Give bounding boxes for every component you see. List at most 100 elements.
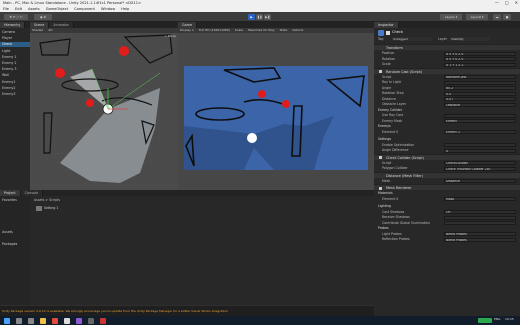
sidebar-item-assets[interactable]: Assets xyxy=(0,230,30,235)
unity-icon[interactable] xyxy=(64,317,70,324)
inspector-field: Cast Shadows On xyxy=(374,210,520,215)
check-collider-component[interactable]: Check Collider (Script) xyxy=(374,153,520,160)
display-dropdown[interactable]: Display 1 xyxy=(180,28,194,33)
field-value[interactable]: Distance xyxy=(444,179,516,183)
hierarchy-item[interactable]: Enemy 2 xyxy=(0,61,30,66)
breadcrumb[interactable]: Assets > Scripts xyxy=(34,198,60,202)
inspector-field: Contribute Global Illumination xyxy=(374,221,520,226)
hierarchy-item[interactable]: Enemy2 xyxy=(0,86,30,91)
hierarchy-item[interactable]: Enemy 1 xyxy=(0,55,30,60)
sidebar-item-packages[interactable]: Packages xyxy=(0,242,30,247)
field-value[interactable] xyxy=(444,113,516,118)
field-value[interactable]: Mask xyxy=(444,197,516,201)
stats-toggle[interactable]: Stats xyxy=(280,28,288,33)
field-value[interactable]: Blend Probes xyxy=(444,237,516,242)
field-value[interactable]: 60.2 xyxy=(444,86,516,90)
active-checkbox[interactable] xyxy=(386,31,390,35)
vs-icon[interactable] xyxy=(76,317,82,324)
explorer-icon[interactable] xyxy=(40,317,46,324)
game-canvas xyxy=(184,66,368,170)
layout-dropdown[interactable]: Layout ▾ xyxy=(466,14,488,20)
component-enable-checkbox[interactable] xyxy=(379,156,382,159)
taskview-icon[interactable] xyxy=(28,317,34,324)
hierarchy-item[interactable]: Light xyxy=(0,49,30,54)
field-value[interactable]: 4.07 xyxy=(444,97,516,101)
hierarchy-item[interactable]: Wall xyxy=(0,73,30,78)
step-button[interactable]: ▶❚ xyxy=(264,14,271,20)
field-value[interactable]: 0 xyxy=(444,148,516,153)
gizmos-toggle[interactable]: Gizmos xyxy=(292,28,303,33)
cloud-icon[interactable]: ☁ xyxy=(493,14,501,20)
field-label: Mesh xyxy=(382,178,391,183)
inspector-field: Script CheckCollider xyxy=(374,161,520,166)
component-title: Distance (Mesh Filter) xyxy=(386,173,423,178)
tab-hierarchy[interactable]: Hierarchy xyxy=(0,22,26,28)
transform-tools[interactable]: ✥ ⟳ ⤢ ▭ xyxy=(4,14,28,20)
field-value[interactable] xyxy=(444,215,516,220)
scene-view[interactable]: Scene Animator Shaded 2D < Persp xyxy=(30,22,178,190)
shading-mode-dropdown[interactable]: Shaded xyxy=(32,28,43,32)
inspector-field: Element 0 Mask xyxy=(374,197,520,202)
sidebar-item-favorites[interactable]: Favorites xyxy=(0,198,30,203)
field-value[interactable] xyxy=(444,80,516,85)
random-cast-component[interactable]: Random Cast (Script) xyxy=(374,67,520,74)
hierarchy-item[interactable]: Check xyxy=(0,42,30,48)
field-value[interactable]: X 0 Y 0 Z 0 xyxy=(444,57,516,61)
search-icon[interactable] xyxy=(16,317,22,324)
field-value[interactable]: Obstacle xyxy=(444,102,516,107)
enemy-marker xyxy=(55,68,65,78)
field-value[interactable] xyxy=(444,143,516,147)
maximize-toggle[interactable]: Maximize On Play xyxy=(248,28,275,33)
chrome-icon[interactable] xyxy=(52,317,58,324)
hierarchy-item[interactable]: Enemy3 xyxy=(0,92,30,97)
account-icon[interactable]: ● xyxy=(503,14,511,20)
field-value[interactable]: RandomCast xyxy=(444,75,516,79)
transform-component[interactable]: Transform xyxy=(374,44,520,50)
status-bar-message[interactable]: Unity Package version 2.0.12 is availabl… xyxy=(0,305,374,316)
inspector-field: Ray In Light xyxy=(374,80,520,85)
layers-dropdown[interactable]: Layers ▾ xyxy=(440,14,462,20)
hierarchy-item[interactable]: Camera xyxy=(0,30,30,35)
scene-canvas[interactable] xyxy=(30,33,178,190)
resolution-dropdown[interactable]: Full HD (1920x1080) xyxy=(199,28,230,33)
component-enable-checkbox[interactable] xyxy=(379,186,382,190)
field-value[interactable]: Enemy xyxy=(444,119,516,123)
mesh-filter-component[interactable]: Distance (Mesh Filter) xyxy=(374,171,520,178)
field-value[interactable]: 0.5 xyxy=(444,91,516,96)
windows-icon[interactable] xyxy=(4,317,10,324)
terminal-icon[interactable] xyxy=(88,317,94,324)
object-name-field[interactable]: Check xyxy=(392,29,472,35)
status-pill[interactable] xyxy=(478,318,492,323)
inspector-field: Use Ray Cast xyxy=(374,113,520,118)
pause-button[interactable]: ❚❚ xyxy=(256,14,263,20)
field-value[interactable]: On xyxy=(444,210,516,214)
section-header: Settings xyxy=(378,137,392,141)
taskbar-clock[interactable]: 10:25 xyxy=(505,317,514,321)
field-value[interactable]: X 1 Y 1 Z 1 xyxy=(444,62,516,67)
inspector-field: Polygon Collider Check (Polygon Collider … xyxy=(374,166,520,171)
field-value[interactable]: CheckCollider xyxy=(444,161,516,165)
pivot-toggle[interactable]: ◉ ⊕ xyxy=(34,14,52,20)
project-item[interactable]: Setting 1 xyxy=(44,206,58,210)
app-icon[interactable] xyxy=(100,317,106,324)
field-value[interactable]: X 0 Y 0 Z 0 xyxy=(444,51,516,56)
persp-label[interactable]: < Persp xyxy=(162,34,176,44)
layer-dropdown[interactable]: Visibility xyxy=(450,37,490,41)
play-button[interactable]: ▶ xyxy=(248,14,255,20)
hierarchy-item[interactable]: Enemy1 xyxy=(0,80,30,85)
hierarchy-item[interactable]: Enemy 3 xyxy=(0,67,30,72)
field-label: Reflection Probes xyxy=(382,237,410,241)
tag-dropdown[interactable]: Untagged xyxy=(392,37,432,41)
script-file-icon xyxy=(36,206,42,211)
tab-inspector[interactable]: Inspector xyxy=(374,22,399,28)
field-value[interactable] xyxy=(444,221,516,225)
field-value[interactable]: Blend Probes xyxy=(444,232,516,236)
inspector-field: Rotation Step 0.5 xyxy=(374,91,520,96)
view-2d-toggle[interactable]: 2D xyxy=(48,28,52,32)
mesh-renderer-component[interactable]: Mesh Renderer xyxy=(374,184,520,190)
taskbar-lang[interactable]: ENG xyxy=(494,317,500,321)
component-enable-checkbox[interactable] xyxy=(379,70,382,73)
hierarchy-item[interactable]: Player xyxy=(0,36,30,41)
field-value[interactable]: Enemy 2 xyxy=(444,130,516,134)
field-value[interactable]: Check (Polygon Collider 2D) xyxy=(444,166,516,171)
